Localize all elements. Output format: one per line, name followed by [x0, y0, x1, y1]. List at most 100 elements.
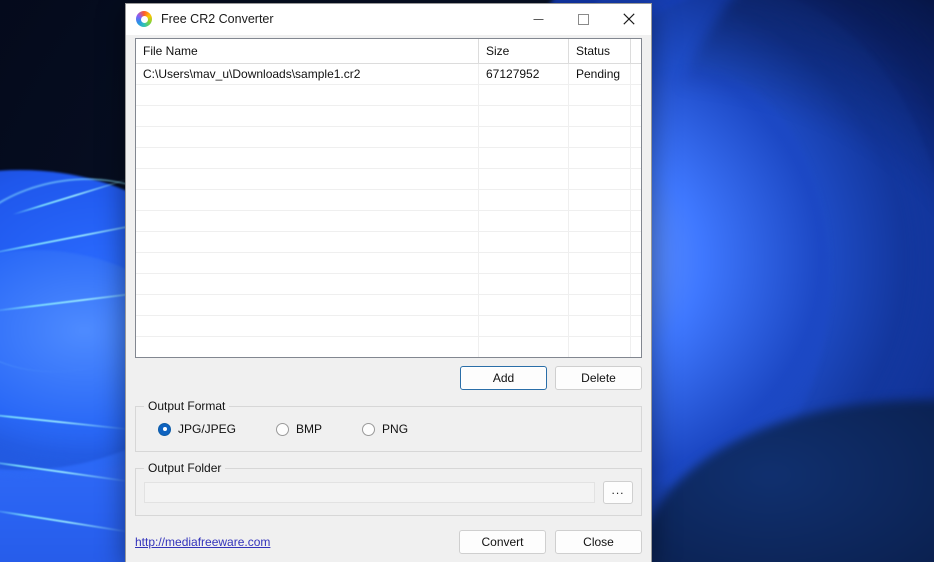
output-format-label: Output Format: [144, 399, 229, 413]
cell-pad: [631, 232, 641, 252]
cell-status: [569, 211, 631, 231]
radio-dot-icon: [158, 423, 171, 436]
radio-png[interactable]: PNG: [362, 422, 408, 436]
close-icon[interactable]: [606, 4, 651, 35]
cell-size: [479, 232, 569, 252]
cell-status: [569, 295, 631, 315]
title-bar[interactable]: Free CR2 Converter: [126, 4, 651, 35]
column-header-filename[interactable]: File Name: [136, 39, 479, 63]
radio-jpg-jpeg[interactable]: JPG/JPEG: [158, 422, 236, 436]
radio-label: BMP: [296, 422, 322, 436]
table-row-empty: [136, 232, 641, 253]
cell-status: [569, 232, 631, 252]
cell-filename: [136, 295, 479, 315]
cell-size: 67127952: [479, 64, 569, 84]
wallpaper-ribbon-left-lower: [0, 330, 140, 562]
radio-dot-icon: [362, 423, 375, 436]
cell-filename: [136, 253, 479, 273]
cell-filename: [136, 169, 479, 189]
file-list-header: File Name Size Status: [136, 39, 641, 64]
cell-status: [569, 148, 631, 168]
delete-button[interactable]: Delete: [555, 366, 642, 390]
cell-status: Pending: [569, 64, 631, 84]
cell-pad: [631, 64, 641, 84]
table-row-empty: [136, 274, 641, 295]
output-folder-input[interactable]: [144, 482, 595, 503]
cell-size: [479, 106, 569, 126]
radio-dot-icon: [276, 423, 289, 436]
cell-status: [569, 190, 631, 210]
cell-status: [569, 316, 631, 336]
cell-size: [479, 316, 569, 336]
cell-pad: [631, 337, 641, 357]
table-row-empty: [136, 337, 641, 358]
cell-pad: [631, 190, 641, 210]
website-link[interactable]: http://mediafreeware.com: [135, 535, 270, 549]
cell-pad: [631, 127, 641, 147]
cell-pad: [631, 148, 641, 168]
desktop-background: Free CR2 Converter File Name Size: [0, 0, 934, 562]
browse-folder-button[interactable]: ...: [603, 481, 633, 504]
cell-status: [569, 85, 631, 105]
table-row-empty: [136, 169, 641, 190]
table-row[interactable]: C:\Users\mav_u\Downloads\sample1.cr26712…: [136, 64, 641, 85]
table-row-empty: [136, 85, 641, 106]
cell-filename: [136, 232, 479, 252]
file-list[interactable]: File Name Size Status C:\Users\mav_u\Dow…: [135, 38, 642, 358]
output-folder-label: Output Folder: [144, 461, 225, 475]
column-header-status[interactable]: Status: [569, 39, 631, 63]
convert-button[interactable]: Convert: [459, 530, 546, 554]
cell-pad: [631, 274, 641, 294]
cell-size: [479, 295, 569, 315]
cell-size: [479, 337, 569, 357]
radio-label: JPG/JPEG: [178, 422, 236, 436]
column-header-pad: [631, 39, 641, 63]
cell-status: [569, 127, 631, 147]
radio-label: PNG: [382, 422, 408, 436]
wallpaper-glow-line: [0, 509, 129, 533]
cell-size: [479, 85, 569, 105]
cell-pad: [631, 106, 641, 126]
table-row-empty: [136, 190, 641, 211]
wallpaper-glow-line: [0, 460, 129, 483]
radio-bmp[interactable]: BMP: [276, 422, 322, 436]
wallpaper-swoosh: [640, 400, 934, 562]
cell-filename: [136, 190, 479, 210]
cell-status: [569, 253, 631, 273]
color-ring-icon: [136, 11, 152, 27]
table-row-empty: [136, 295, 641, 316]
cell-pad: [631, 295, 641, 315]
output-format-options: JPG/JPEG BMP PNG: [136, 407, 641, 451]
wallpaper-glow-line: [12, 179, 127, 216]
cell-pad: [631, 316, 641, 336]
cell-filename: [136, 106, 479, 126]
app-window: Free CR2 Converter File Name Size: [125, 3, 652, 562]
cell-size: [479, 211, 569, 231]
cell-status: [569, 337, 631, 357]
cell-filename: [136, 337, 479, 357]
minimize-icon[interactable]: [516, 4, 561, 35]
wallpaper-arc-shadow: [620, 0, 934, 562]
cell-filename: C:\Users\mav_u\Downloads\sample1.cr2: [136, 64, 479, 84]
column-header-size[interactable]: Size: [479, 39, 569, 63]
cell-status: [569, 274, 631, 294]
cell-filename: [136, 127, 479, 147]
window-body: File Name Size Status C:\Users\mav_u\Dow…: [126, 35, 651, 562]
cell-status: [569, 169, 631, 189]
file-list-rows: C:\Users\mav_u\Downloads\sample1.cr26712…: [136, 64, 641, 358]
close-button[interactable]: Close: [555, 530, 642, 554]
table-row-empty: [136, 253, 641, 274]
cell-filename: [136, 85, 479, 105]
cell-filename: [136, 316, 479, 336]
maximize-icon[interactable]: [561, 4, 606, 35]
cell-pad: [631, 211, 641, 231]
output-folder-row: ...: [136, 469, 641, 515]
table-row-empty: [136, 316, 641, 337]
cell-filename: [136, 274, 479, 294]
cell-pad: [631, 169, 641, 189]
cell-size: [479, 169, 569, 189]
cell-size: [479, 274, 569, 294]
add-button[interactable]: Add: [460, 366, 547, 390]
wallpaper-glow-line: [0, 412, 130, 431]
footer: http://mediafreeware.com Convert Close: [135, 530, 642, 556]
